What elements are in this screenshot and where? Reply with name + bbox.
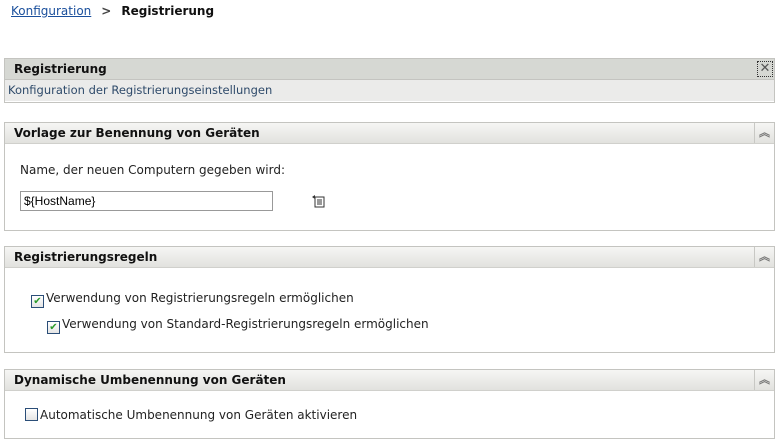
panel-header: Registrierung ✕ — [5, 59, 774, 80]
close-icon[interactable]: ✕ — [757, 61, 773, 77]
naming-label: Name, der neuen Computern gegeben wird: — [20, 163, 285, 177]
breadcrumb-current: Registrierung — [121, 4, 215, 18]
checkbox-label: Verwendung von Standard-Registrierungsre… — [62, 317, 429, 331]
checkbox-unchecked[interactable] — [25, 408, 38, 421]
registration-panel: Registrierung ✕ Konfiguration der Regist… — [4, 58, 775, 103]
section-header: Registrierungsregeln ︽ — [5, 247, 774, 268]
section-header: Vorlage zur Benennung von Geräten ︽ — [5, 123, 774, 144]
registration-rules-panel: Registrierungsregeln ︽ ✔ Verwendung von Re… — [4, 246, 775, 353]
enable-rules-checkbox[interactable]: ✔ Verwendung von Registrierungsregeln erm… — [31, 291, 354, 308]
collapse-icon[interactable]: ︽ — [754, 123, 774, 143]
section-title: Registrierungsregeln — [14, 250, 158, 264]
section-header: Dynamische Umbenennung von Geräten ︽ — [5, 370, 774, 391]
device-naming-panel: Vorlage zur Benennung von Geräten ︽ Name,… — [4, 122, 775, 231]
section-title: Dynamische Umbenennung von Geräten — [14, 373, 286, 387]
checkbox-checked[interactable]: ✔ — [47, 321, 60, 334]
panel-description: Konfiguration der Registrierungseinstell… — [5, 80, 774, 101]
breadcrumb-konfiguration-link[interactable]: Konfiguration — [11, 4, 91, 18]
enable-default-rules-checkbox[interactable]: ✔ Verwendung von Standard-Registrierungsr… — [47, 317, 429, 334]
checkbox-label: Automatische Umbenennung von Geräten akt… — [40, 408, 358, 422]
insert-variable-icon[interactable] — [311, 194, 325, 208]
collapse-icon[interactable]: ︽ — [754, 247, 774, 267]
checkbox-label: Verwendung von Registrierungsregeln ermö… — [46, 291, 354, 305]
panel-title: Registrierung — [14, 62, 107, 76]
computer-name-input[interactable] — [20, 191, 273, 211]
section-title: Vorlage zur Benennung von Geräten — [14, 126, 260, 140]
checkbox-checked[interactable]: ✔ — [31, 295, 44, 308]
dynamic-renaming-panel: Dynamische Umbenennung von Geräten ︽ Auto… — [4, 369, 775, 439]
collapse-icon[interactable]: ︽ — [754, 370, 774, 390]
breadcrumb-separator: > — [101, 4, 112, 18]
breadcrumb: Konfiguration > Registrierung — [11, 4, 214, 18]
auto-rename-checkbox[interactable]: Automatische Umbenennung von Geräten akt… — [25, 408, 357, 422]
